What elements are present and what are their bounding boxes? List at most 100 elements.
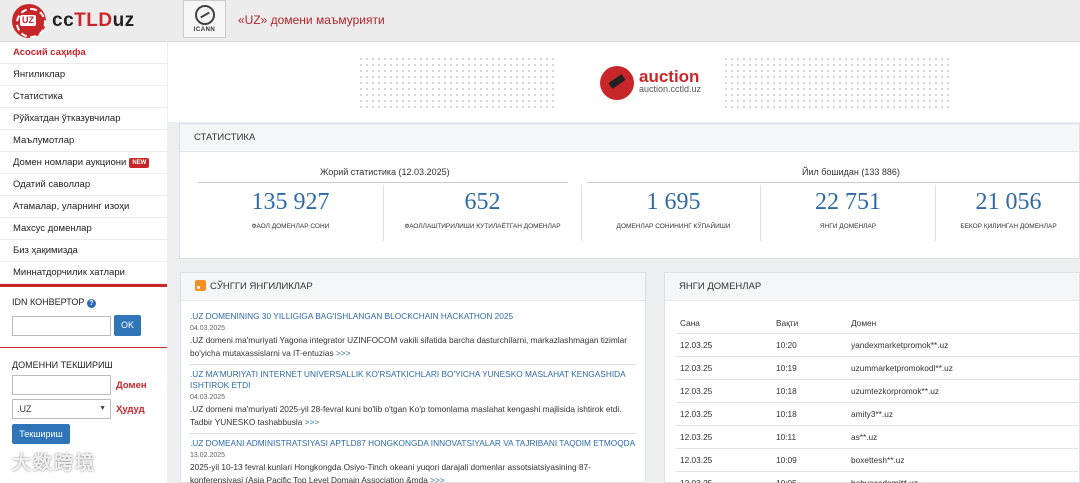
domain-cell: uzummarketpromokodl**.uz [851, 356, 1080, 380]
sidebar-nav: Асосий саҳифа Янгиликлар Статистика Рўйхатд… [0, 42, 167, 284]
zone-label: Ҳудуд [116, 403, 145, 415]
auction-title: auction [639, 67, 700, 86]
domain-cell: boxettesh**.uz [851, 448, 1080, 472]
news-date: 13.02.2025 [190, 452, 226, 459]
news-panel: СЎНГГИ ЯНГИЛИКЛАР .UZ DOMENINING 30 YILL… [180, 272, 646, 483]
stat-item: 1 695 ДОМЕНЛАР СОНИНИНГ КЎПАЙИШИ [587, 185, 761, 241]
news-heading-text: СЎНГГИ ЯНГИЛИКЛАР [210, 281, 313, 292]
sidebar-item-label: Рўйхатдан ўтказувчилар [13, 113, 121, 124]
table-row: 12.03.25 10:18 uzumtezkorpromok**.uz [676, 379, 1080, 403]
idn-heading-text: IDN КОНВЕРТОР [12, 297, 85, 307]
stat-label: ФАОЛЛАШТИРИЛИШИ КУТИЛАЁТГАН ДОМЕНЛАР [404, 223, 561, 230]
stat-value: 652 [464, 189, 501, 215]
stat-value: 135 927 [251, 189, 330, 215]
site-logo[interactable]: UZ ccTLDuz [12, 4, 135, 38]
auction-logo: auction auction.cctld.uz [600, 66, 701, 100]
current-stats-label: Жорий статистика (12.03.2025) [320, 167, 450, 177]
logo-text-b: TLD [74, 10, 113, 31]
sidebar-item-label: Атамалар, уларнинг изоҳи [13, 201, 130, 212]
news-item: .UZ MA'MURIYATI INTERNET UNIVERSALLIK KO… [190, 369, 636, 434]
read-more-link[interactable]: >>> [305, 417, 320, 427]
domain-cell: amity3**.uz [851, 402, 1080, 426]
date-cell: 12.03.25 [676, 333, 776, 357]
sidebar-item[interactable]: Маълумотлар [0, 130, 167, 152]
auction-banner[interactable]: auction auction.cctld.uz [168, 42, 1080, 122]
idn-ok-button[interactable]: OK [114, 315, 141, 336]
date-cell: 12.03.25 [676, 471, 776, 483]
idn-converter: IDN КОНВЕРТОР ? OK [0, 287, 167, 347]
year-stats-label: Йил бошидан (133 886) [802, 167, 900, 177]
watermark: 大数跨境 [12, 453, 97, 474]
read-more-link[interactable]: >>> [336, 348, 351, 358]
table-row: 12.03.25 10:09 boxettesh**.uz [676, 448, 1080, 472]
news-excerpt-text: .UZ domeni ma'muriyati 2025-yil 28-fevra… [190, 404, 622, 427]
domain-check: ДОМЕННИ ТЕКШИРИШ Домен .UZ ▼ Ҳудуд Текшири… [0, 348, 167, 454]
sidebar-item[interactable]: Миннатдорчилик хатлари [0, 262, 167, 284]
table-row: 12.03.25 10:20 yandexmarketpromok**.uz [676, 333, 1080, 357]
sidebar-item[interactable]: Атамалар, уларнинг изоҳи [0, 196, 167, 218]
date-cell: 12.03.25 [676, 402, 776, 426]
check-button[interactable]: Текшириш [12, 424, 70, 444]
news-date: 04.03.2025 [190, 325, 226, 332]
sidebar-item[interactable]: Одатий саволлар [0, 174, 167, 196]
domain-input[interactable] [12, 375, 111, 395]
rss-icon[interactable] [195, 280, 206, 291]
year-stats-line [587, 182, 1080, 183]
sidebar-item-label: Янгиликлар [13, 69, 66, 80]
sidebar: Асосий саҳифа Янгиликлар Статистика Рўйхатд… [0, 42, 167, 483]
domain-cell: as**.uz [851, 425, 1080, 449]
stat-label: ЯНГИ ДОМЕНЛАР [819, 223, 877, 230]
sidebar-item-label: Асосий саҳифа [13, 47, 86, 58]
zone-select[interactable]: .UZ ▼ [12, 399, 111, 419]
time-cell: 10:20 [776, 333, 851, 357]
news-item: .UZ DOMEANI ADMINISTRATSIYASI APTLD87 HO… [190, 438, 636, 483]
banner-pattern-right [723, 56, 953, 108]
news-excerpt: .UZ domeni ma'muriyati Yagona integrator… [190, 334, 636, 359]
sidebar-item[interactable]: Махсус доменлар [0, 218, 167, 240]
icann-logo[interactable]: ICANN [183, 0, 226, 38]
time-cell: 10:09 [776, 448, 851, 472]
sidebar-item[interactable]: Биз ҳақимизда [0, 240, 167, 262]
domain-label: Домен [116, 379, 147, 391]
idn-input[interactable] [12, 315, 111, 336]
logo-badge: UZ [20, 15, 36, 26]
sidebar-item-label: Статистика [13, 91, 63, 102]
table-row: 12.03.25 10:19 uzummarketpromokodl**.uz [676, 356, 1080, 380]
time-cell: 10:19 [776, 356, 851, 380]
time-cell: 10:18 [776, 379, 851, 403]
news-date: 04.03.2025 [190, 394, 226, 401]
top-bar: UZ ccTLDuz ICANN «UZ» домени маъмурияти [0, 0, 1080, 42]
gavel-icon [600, 66, 634, 100]
current-stats-line [198, 182, 568, 183]
sidebar-item-label: Одатий саволлар [13, 179, 91, 190]
domain-cell: yandexmarketpromok**.uz [851, 333, 1080, 357]
sidebar-item[interactable]: Асосий саҳифа [0, 42, 167, 64]
news-title-link[interactable]: .UZ DOMEANI ADMINISTRATSIYASI APTLD87 HO… [190, 438, 636, 449]
domain-check-heading: ДОМЕННИ ТЕКШИРИШ [12, 360, 113, 370]
sidebar-item[interactable]: Домен номлари аукциони NEW [0, 152, 167, 174]
column-header: Вақти [776, 313, 851, 334]
auction-subtitle: auction.cctld.uz [639, 84, 702, 94]
news-title-link[interactable]: .UZ DOMENINING 30 YILLIGIGA BAG'ISHLANGA… [190, 311, 636, 322]
news-excerpt-text: .UZ domeni ma'muriyati Yagona integrator… [190, 335, 628, 358]
sidebar-item-label: Домен номлари аукциони [13, 157, 127, 168]
new-domains-panel: ЯНГИ ДОМЕНЛАР Сана Вақти Домен 12.03.25 10:… [664, 272, 1080, 483]
read-more-link[interactable]: >>> [430, 475, 445, 483]
sidebar-item[interactable]: Статистика [0, 86, 167, 108]
sidebar-item-label: Махсус доменлар [13, 223, 92, 234]
table-row: 12.03.25 10:11 as**.uz [676, 425, 1080, 449]
stat-label: БЕКОР ҚИЛИНГАН ДОМЕНЛАР [960, 223, 1057, 230]
stat-value: 22 751 [815, 189, 881, 215]
stat-item: 652 ФАОЛЛАШТИРИЛИШИ КУТИЛАЁТГАН ДОМЕНЛАР [384, 185, 582, 241]
news-heading: СЎНГГИ ЯНГИЛИКЛАР [181, 273, 645, 301]
news-title-link[interactable]: .UZ MA'MURIYATI INTERNET UNIVERSALLIK KO… [190, 369, 636, 391]
statistics-panel: СТАТИСТИКА Жорий статистика (12.03.2025)… [179, 123, 1080, 259]
sidebar-item-label: Миннатдорчилик хатлари [13, 267, 125, 278]
sidebar-item[interactable]: Янгиликлар [0, 64, 167, 86]
news-item: .UZ DOMENINING 30 YILLIGIGA BAG'ISHLANGA… [190, 311, 636, 365]
help-icon[interactable]: ? [86, 299, 96, 308]
sidebar-item-label: Биз ҳақимизда [13, 245, 78, 256]
sidebar-item[interactable]: Рўйхатдан ўтказувчилар [0, 108, 167, 130]
stat-item: 22 751 ЯНГИ ДОМЕНЛАР [761, 185, 936, 241]
domain-cell: uzumtezkorpromok**.uz [851, 379, 1080, 403]
